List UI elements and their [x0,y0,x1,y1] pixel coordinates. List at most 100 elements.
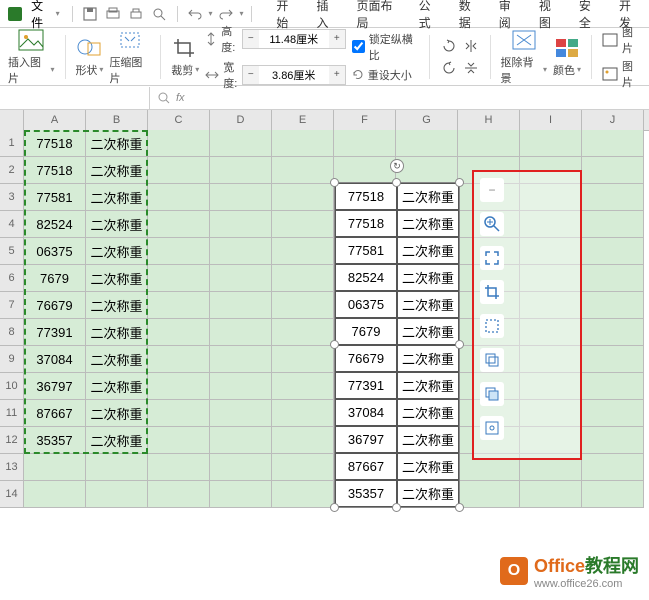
select-all-corner[interactable] [0,110,24,130]
save-icon[interactable] [81,4,100,24]
row-header[interactable]: 9 [0,346,24,373]
chevron-down-icon[interactable]: ▾ [208,9,212,18]
row-header[interactable]: 11 [0,400,24,427]
col-header[interactable]: F [334,110,396,130]
cell[interactable] [210,481,272,508]
row-header[interactable]: 2 [0,157,24,184]
cell[interactable] [210,346,272,373]
col-header[interactable]: H [458,110,520,130]
cell[interactable] [148,373,210,400]
width-decrease[interactable]: − [243,66,259,84]
width-input[interactable] [259,66,329,84]
cell[interactable]: 二次称重 [86,157,148,184]
cell[interactable] [148,211,210,238]
cell[interactable] [582,454,644,481]
cell[interactable] [272,346,334,373]
height-decrease[interactable]: − [243,30,259,48]
name-box[interactable] [0,87,150,109]
cell[interactable] [582,238,644,265]
cell[interactable] [582,373,644,400]
cell[interactable]: 35357 [24,427,86,454]
resize-handle-nw[interactable] [330,178,339,187]
cell[interactable]: 37084 [24,346,86,373]
width-spinner[interactable]: − + [242,65,346,85]
cell[interactable] [334,130,396,157]
rotate-left-icon[interactable] [440,37,458,55]
cell[interactable] [520,481,582,508]
cell[interactable]: 77581 [24,184,86,211]
cell[interactable] [272,454,334,481]
cell[interactable] [210,400,272,427]
cell[interactable] [148,265,210,292]
cell[interactable]: 06375 [24,238,86,265]
cell[interactable] [148,157,210,184]
cell[interactable]: 二次称重 [86,427,148,454]
cell[interactable] [272,292,334,319]
reset-size-button[interactable]: 重设大小 [352,67,419,83]
row-header[interactable]: 6 [0,265,24,292]
paste-link-icon[interactable] [480,382,504,406]
cell[interactable]: 二次称重 [86,373,148,400]
select-all-icon[interactable] [480,314,504,338]
cell[interactable]: 77518 [24,130,86,157]
cell[interactable] [210,184,272,211]
row-header[interactable]: 7 [0,292,24,319]
resize-handle-s[interactable] [392,503,401,512]
cell[interactable] [582,211,644,238]
cell[interactable] [582,319,644,346]
cell[interactable] [396,157,458,184]
cell[interactable] [148,346,210,373]
cell[interactable]: 76679 [24,292,86,319]
row-header[interactable]: 12 [0,427,24,454]
cell[interactable] [148,454,210,481]
cell[interactable] [272,238,334,265]
cell[interactable]: 二次称重 [86,238,148,265]
cell[interactable] [582,400,644,427]
rotate-right-icon[interactable] [440,59,458,77]
cell[interactable]: 二次称重 [86,319,148,346]
insert-picture-button[interactable]: 插入图片▾ [8,28,55,86]
cell[interactable] [582,184,644,211]
cell[interactable] [582,265,644,292]
cell[interactable] [148,481,210,508]
flip-h-icon[interactable] [462,37,480,55]
cell[interactable] [272,130,334,157]
col-header[interactable]: I [520,110,582,130]
color-button[interactable]: 颜色▾ [553,36,581,78]
cell[interactable] [148,184,210,211]
crop-tool-icon[interactable] [480,280,504,304]
cell[interactable] [148,238,210,265]
resize-handle-n[interactable] [392,178,401,187]
cell[interactable] [458,481,520,508]
tab-page-layout[interactable]: 页面布局 [355,0,403,35]
minus-icon[interactable]: − [480,178,504,202]
cell[interactable] [272,319,334,346]
cell[interactable] [148,400,210,427]
cell[interactable] [582,346,644,373]
row-header[interactable]: 5 [0,238,24,265]
print-icon[interactable] [127,4,146,24]
resize-handle-sw[interactable] [330,503,339,512]
cell[interactable] [520,130,582,157]
cell[interactable]: 77518 [24,157,86,184]
remove-bg-button[interactable]: 抠除背景▾ [501,28,548,86]
cell[interactable] [148,427,210,454]
cell[interactable] [458,130,520,157]
resize-handle-e[interactable] [455,340,464,349]
cell[interactable] [272,184,334,211]
cell[interactable] [210,238,272,265]
cell[interactable]: 二次称重 [86,130,148,157]
col-header[interactable]: A [24,110,86,130]
redo-icon[interactable] [216,4,235,24]
height-spinner[interactable]: − + [242,29,346,49]
preview-icon[interactable] [150,4,169,24]
pic-border-button[interactable]: 图片 [602,24,641,56]
row-header[interactable]: 14 [0,481,24,508]
pic-effect-button[interactable]: 图片 [602,58,641,90]
resize-handle-ne[interactable] [455,178,464,187]
cell[interactable] [210,265,272,292]
print-preview-icon[interactable] [104,4,123,24]
cell[interactable] [210,454,272,481]
cell[interactable] [148,292,210,319]
crop-button[interactable]: 裁剪▾ [171,36,199,78]
